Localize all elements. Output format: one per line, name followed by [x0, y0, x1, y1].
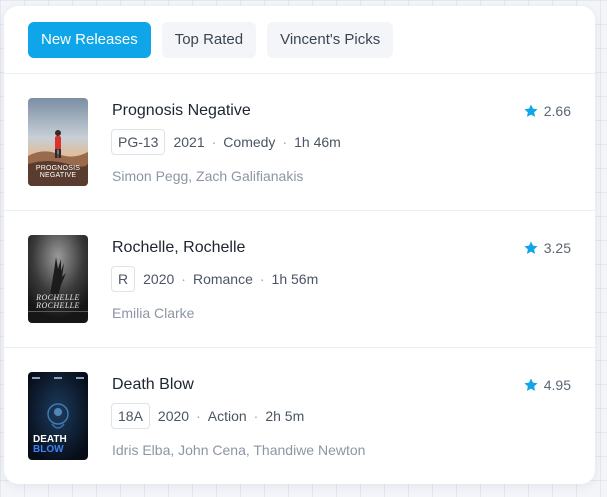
separator-dot: · [259, 271, 265, 287]
movie-cast: Emilia Clarke [112, 305, 195, 321]
rating-value: 4.95 [543, 377, 571, 393]
movie-meta: 18A 2020 · Action · 2h 5m [111, 403, 304, 429]
movie-genre: Action [207, 408, 247, 424]
movie-runtime: 1h 56m [271, 271, 319, 287]
movie-list: PROGNOSIS NEGATIVE Prognosis Negative 2.… [4, 74, 595, 484]
movie-card: New Releases Top Rated Vincent's Picks P… [4, 6, 595, 484]
separator-dot: · [211, 134, 217, 150]
rating-value: 2.66 [543, 103, 571, 119]
movie-year: 2021 [173, 134, 205, 150]
movie-meta: R 2020 · Romance · 1h 56m [111, 266, 318, 292]
tab-bar: New Releases Top Rated Vincent's Picks [4, 6, 595, 74]
movie-runtime: 2h 5m [265, 408, 305, 424]
separator-dot: · [253, 408, 259, 424]
certification-badge: 18A [111, 403, 150, 429]
movie-genre: Comedy [223, 134, 276, 150]
separator-dot: · [282, 134, 288, 150]
movie-title[interactable]: Rochelle, Rochelle [112, 239, 245, 257]
star-icon [524, 104, 538, 117]
movie-poster[interactable]: DEATH BLOW [28, 372, 88, 460]
movie-item[interactable]: ROCHELLE ROCHELLE Rochelle, Rochelle 3.2… [4, 211, 595, 348]
movie-rating: 4.95 [523, 377, 571, 393]
separator-dot: · [181, 271, 186, 287]
movie-year: 2020 [157, 408, 190, 424]
movie-cast: Simon Pegg, Zach Galifianakis [112, 168, 304, 184]
tab-vincents-picks[interactable]: Vincent's Picks [267, 21, 394, 58]
star-icon [524, 241, 538, 254]
rating-value: 3.25 [543, 240, 571, 256]
poster-title: PROGNOSIS NEGATIVE [28, 165, 88, 179]
movie-item[interactable]: PROGNOSIS NEGATIVE Prognosis Negative 2.… [4, 74, 595, 211]
movie-rating: 3.25 [523, 240, 571, 256]
movie-poster[interactable]: PROGNOSIS NEGATIVE [28, 98, 88, 186]
movie-genre: Romance [192, 271, 253, 287]
poster-title-line: BLOW [33, 444, 64, 455]
poster-title-line: NEGATIVE [39, 172, 77, 179]
movie-year: 2020 [143, 271, 175, 287]
movie-title[interactable]: Prognosis Negative [112, 102, 251, 120]
poster-title: ROCHELLE ROCHELLE [28, 294, 88, 310]
poster-title-line: PROGNOSIS [35, 165, 81, 172]
tab-new-releases[interactable]: New Releases [28, 21, 151, 58]
star-icon [524, 378, 538, 391]
separator-dot: · [196, 408, 201, 424]
poster-title-line: ROCHELLE [36, 301, 80, 310]
movie-runtime: 1h 46m [294, 134, 341, 150]
movie-item[interactable]: DEATH BLOW Death Blow 4.95 18A 2020 · Ac… [4, 348, 595, 484]
movie-rating: 2.66 [523, 103, 571, 119]
movie-poster[interactable]: ROCHELLE ROCHELLE [28, 235, 88, 323]
movie-cast: Idris Elba, John Cena, Thandiwe Newton [112, 442, 366, 458]
poster-title: DEATH BLOW [33, 435, 67, 455]
tab-top-rated[interactable]: Top Rated [161, 21, 257, 58]
movie-meta: PG-13 2021 · Comedy · 1h 46m [111, 129, 341, 155]
certification-badge: R [111, 266, 136, 292]
movie-title[interactable]: Death Blow [112, 376, 194, 394]
certification-badge: PG-13 [111, 129, 166, 155]
